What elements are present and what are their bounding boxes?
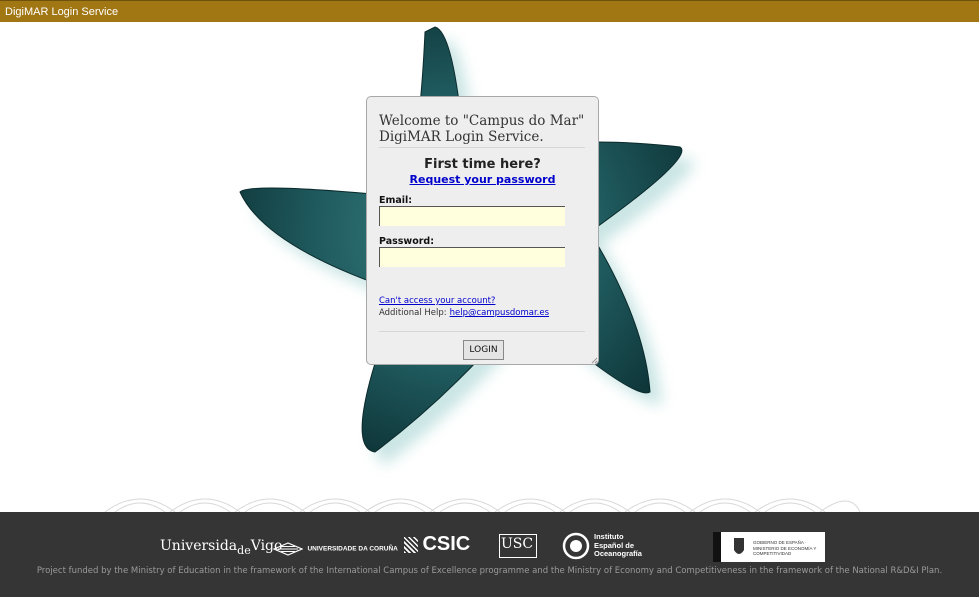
email-label: Email:: [379, 195, 413, 206]
ministry-logo: GOBIERNO DE ESPAÑA · MINISTERIO DE ECONO…: [713, 532, 825, 562]
title-bar: DigiMAR Login Service: [0, 0, 979, 22]
divider: [379, 331, 585, 332]
password-input[interactable]: [379, 247, 565, 267]
login-panel: Welcome to "Campus do Mar" DigiMAR Login…: [366, 96, 599, 365]
ieo-emblem-icon: [562, 532, 590, 560]
coruna-emblem-icon: [272, 542, 304, 556]
cant-access-link[interactable]: Can't access your account?: [379, 296, 495, 306]
funding-text: Project funded by the Ministry of Educat…: [36, 566, 943, 576]
email-input[interactable]: [379, 206, 565, 226]
usc-logo: USC: [499, 534, 537, 558]
app-title: DigiMAR Login Service: [5, 6, 119, 18]
spain-coat-of-arms-icon: [734, 538, 744, 554]
wave-pattern-decoration: [104, 498, 861, 512]
login-button[interactable]: LOGIN: [463, 340, 504, 360]
additional-help-row: Additional Help: help@campusdomar.es: [379, 308, 549, 318]
resize-handle-icon[interactable]: [590, 356, 598, 364]
footer: UniversidadeVigo UNIVERSIDADE DA CORUÑA …: [0, 512, 979, 597]
universidade-coruna-logo: UNIVERSIDADE DA CORUÑA: [272, 540, 398, 558]
divider: [379, 147, 585, 148]
csic-logo: CSIC: [404, 533, 470, 556]
first-time-label: First time here?: [424, 157, 541, 172]
request-password-link[interactable]: Request your password: [367, 173, 598, 186]
password-label: Password:: [379, 236, 435, 247]
additional-help-label: Additional Help:: [379, 308, 447, 318]
welcome-heading: Welcome to "Campus do Mar" DigiMAR Login…: [379, 113, 585, 145]
help-email-link[interactable]: help@campusdomar.es: [450, 308, 549, 318]
universidade-vigo-logo: UniversidadeVigo: [160, 538, 283, 557]
